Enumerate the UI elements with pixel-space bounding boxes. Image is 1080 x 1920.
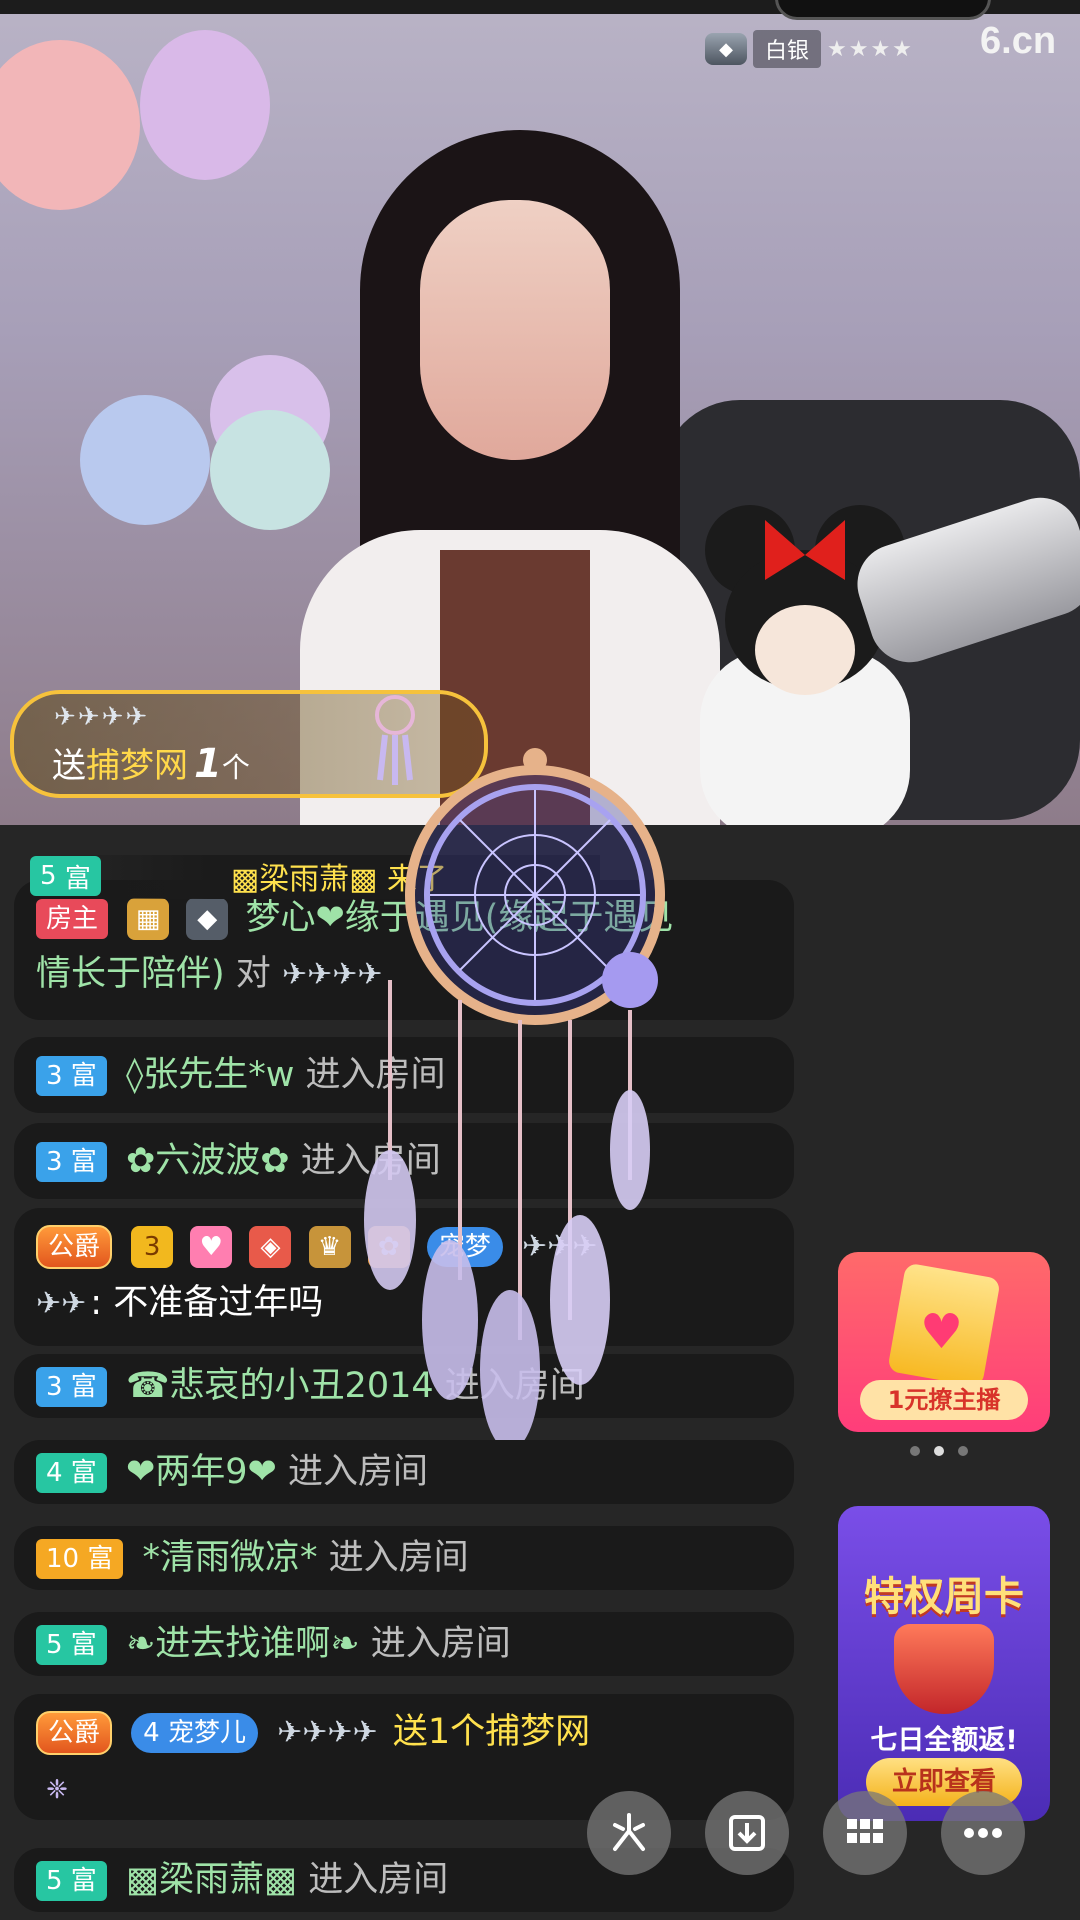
- chat-message[interactable]: 公爵 4 宠梦儿 ✈✈✈✈ 送1个捕梦网 ❈: [14, 1694, 794, 1820]
- rose-medal-icon: ✿: [367, 1226, 410, 1268]
- dreamcatcher-gift-icon: ❈: [46, 1775, 68, 1805]
- noble-badge: 公爵: [36, 1225, 113, 1269]
- wealth-level-badge: 3 富: [36, 1142, 107, 1182]
- rank-emblem-icon: ◆: [705, 33, 747, 65]
- chat-message[interactable]: 4 富 ❤两年9❤ 进入房间: [14, 1440, 794, 1504]
- chat-username: ☎悲哀的小丑2014: [125, 1366, 434, 1406]
- crest-medal-icon: ♛: [308, 1226, 351, 1268]
- gift-verb: 送: [52, 746, 86, 786]
- rank-emblem-icon: ◆: [186, 898, 229, 940]
- chat-message[interactable]: 3 富 ✿六波波✿ 进入房间: [14, 1123, 794, 1199]
- rank-stars: ★★★★: [827, 36, 914, 62]
- wealth-level-badge: 3 富: [36, 1056, 107, 1096]
- plane-badge-icon: ✈✈✈✈: [277, 1715, 378, 1750]
- dreamcatcher-gift-icon: [375, 695, 415, 785]
- balloon: [80, 395, 210, 525]
- carousel-dot[interactable]: [958, 1446, 968, 1456]
- chat-username-cont: 情长于陪伴): [36, 954, 225, 994]
- gift-count: 1: [194, 741, 222, 787]
- chat-username: ❤两年9❤: [125, 1452, 277, 1492]
- grid-menu-icon: [847, 1819, 883, 1843]
- rank-label: 白银: [753, 30, 822, 68]
- chat-text: 进入房间: [328, 1538, 469, 1578]
- noble-badge: 公爵: [36, 1711, 113, 1755]
- enter-notice-level-badge: 5 富: [30, 856, 101, 896]
- more-icon: [964, 1828, 1002, 1838]
- star-level-icon: 3: [131, 1226, 174, 1268]
- host-badge: 房主: [36, 899, 109, 939]
- chat-username: ✿六波波✿: [125, 1141, 290, 1181]
- plane-badge-icon: ✈✈✈✈: [281, 957, 383, 992]
- chat-username: ▩梁雨萧▩: [125, 1860, 298, 1900]
- chat-message[interactable]: 5 富 ❧进去找谁啊❧ 进入房间: [14, 1612, 794, 1676]
- carousel-dot[interactable]: [910, 1446, 920, 1456]
- chat-text: 进入房间: [305, 1055, 446, 1095]
- chat-message[interactable]: 房主 ▦ ◆ 梦心❤缘于遇见(缘起于遇见 情长于陪伴) 对 ✈✈✈✈: [14, 880, 794, 1020]
- live-video[interactable]: ◆ 白银 ★★★★ 6.cn ✈✈✈✈ 送捕梦网 1个: [0, 0, 1080, 825]
- gift-unit: 个: [221, 751, 250, 784]
- download-icon: [729, 1815, 765, 1851]
- promo-card[interactable]: ♥ 1元撩主播: [838, 1252, 1050, 1432]
- wealth-level-badge: 4 富: [36, 1453, 107, 1493]
- chat-text: 进入房间: [308, 1860, 449, 1900]
- chat-username: ◊张先生*w: [125, 1055, 295, 1095]
- chat-message[interactable]: 公爵 3 ♥ ◈ ♛ ✿ 宠梦 ✈✈✈ ✈✈: 不准备过年吗: [14, 1208, 794, 1346]
- balloon: [140, 30, 270, 180]
- enter-notice: 5 富 ▩梁雨萧▩ 来了: [30, 852, 447, 900]
- wealth-level-badge: 10 富: [36, 1539, 124, 1579]
- medal-icon: ▦: [127, 898, 170, 940]
- wealth-level-badge: 5 富: [36, 1625, 107, 1665]
- rank-badge[interactable]: ◆ 白银 ★★★★: [705, 30, 914, 68]
- promo-label: 1元撩主播: [860, 1380, 1028, 1420]
- chat-message[interactable]: 3 富 ☎悲哀的小丑2014 进入房间: [14, 1354, 794, 1418]
- chat-text: 进入房间: [444, 1366, 585, 1406]
- privilege-week-card[interactable]: 特权周卡 七日全额返! 立即查看: [838, 1506, 1050, 1821]
- pet-badge: 4 宠梦儿: [131, 1713, 258, 1753]
- week-card-title: 特权周卡: [864, 1574, 1024, 1620]
- download-button[interactable]: [705, 1791, 789, 1875]
- carousel-dot-active[interactable]: [934, 1446, 944, 1456]
- chat-username: *清雨微凉*: [142, 1538, 318, 1578]
- share-icon: [613, 1813, 645, 1851]
- plane-badges: ✈✈✈✈: [54, 702, 150, 732]
- pet-level: 4: [143, 1718, 160, 1748]
- enter-notice-text: ▩梁雨萧▩ 来了: [230, 862, 448, 897]
- chat-username: 梦心❤缘于遇见(缘起于遇见: [245, 898, 674, 938]
- chat-message[interactable]: 10 富 *清雨微凉* 进入房间: [14, 1526, 794, 1590]
- chat-text: 进入房间: [300, 1141, 441, 1181]
- more-button[interactable]: [941, 1791, 1025, 1875]
- chat-text: 进入房间: [370, 1624, 511, 1664]
- gift-message: 送1个捕梦网: [392, 1712, 591, 1752]
- gift-name: 捕梦网: [86, 746, 188, 786]
- wealth-level-badge: 3 富: [36, 1367, 107, 1407]
- chat-text: : 不准备过年吗: [90, 1283, 324, 1323]
- wealth-level-badge: 5 富: [36, 1861, 107, 1901]
- week-card-subtitle: 七日全额返!: [870, 1725, 1018, 1756]
- status-pill: [775, 0, 991, 20]
- heart-medal-icon: ♥: [190, 1226, 233, 1268]
- grid-menu-button[interactable]: [823, 1791, 907, 1875]
- gem-medal-icon: ◈: [249, 1226, 292, 1268]
- pet-badge: 宠梦: [426, 1227, 503, 1267]
- heart-icon: ♥: [920, 1304, 964, 1360]
- plane-badge-icon: ✈✈✈: [522, 1229, 598, 1264]
- carousel-dots: [910, 1446, 968, 1456]
- shield-icon: [894, 1624, 994, 1714]
- share-button[interactable]: [587, 1791, 671, 1875]
- chat-text: 对: [235, 954, 271, 994]
- plane-badge-icon: ✈✈: [36, 1286, 87, 1321]
- chat-message[interactable]: 5 富 ▩梁雨萧▩ 进入房间: [14, 1848, 794, 1912]
- chat-message[interactable]: 3 富 ◊张先生*w 进入房间: [14, 1037, 794, 1113]
- balloon: [0, 40, 140, 210]
- site-logo: 6.cn: [980, 20, 1057, 62]
- chat-username: ❧进去找谁啊❧: [125, 1624, 360, 1664]
- chat-text: 进入房间: [288, 1452, 429, 1492]
